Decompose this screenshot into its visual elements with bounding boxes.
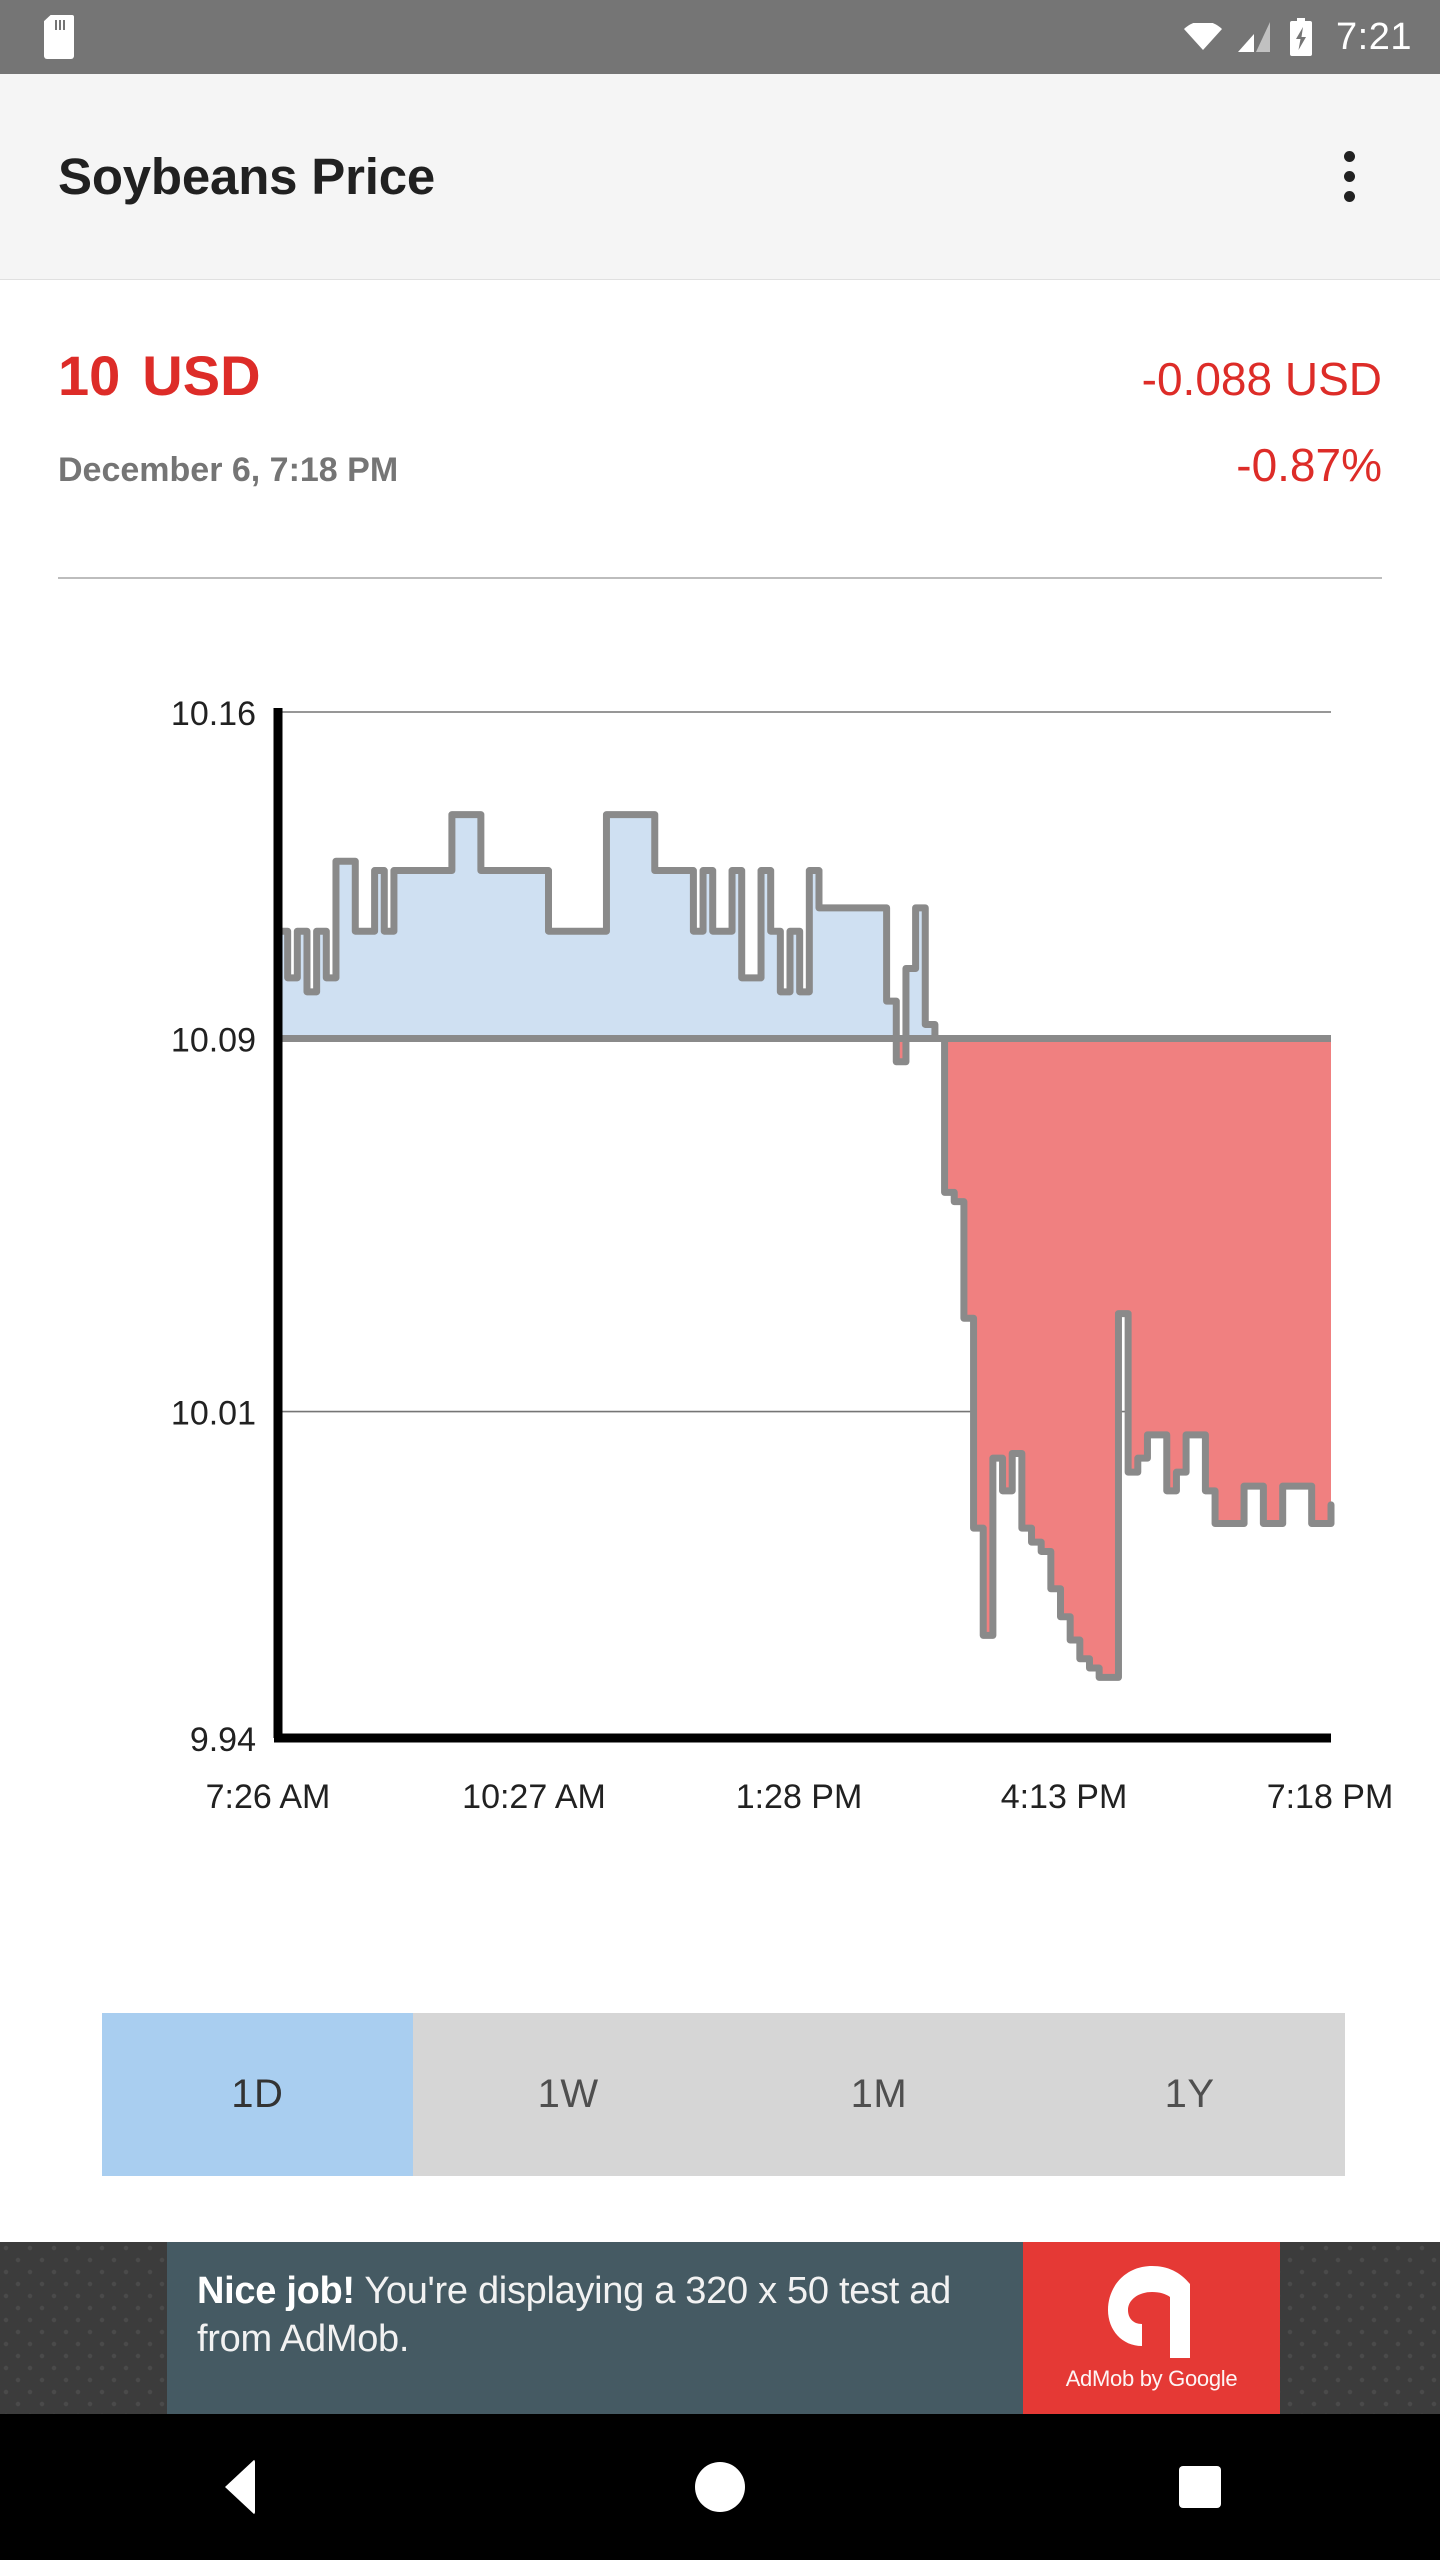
header-divider [58, 577, 1382, 579]
admob-mark-icon [1100, 2264, 1204, 2360]
svg-text:1:28 PM: 1:28 PM [736, 1778, 863, 1816]
recents-square-icon [1179, 2466, 1221, 2508]
page-title: Soybeans Price [58, 148, 436, 205]
quote-primary-row: 10 USD -0.088 USD [58, 281, 1382, 408]
quote-secondary-row: December 6, 7:18 PM -0.87% [58, 408, 1382, 492]
range-selector[interactable]: 1D 1W 1M 1Y [102, 2013, 1345, 2176]
ad-text: Nice job! You're displaying a 320 x 50 t… [167, 2242, 1023, 2414]
app-bar: Soybeans Price [0, 74, 1440, 280]
range-option-1y[interactable]: 1Y [1034, 2013, 1345, 2176]
current-price: 10 USD [58, 343, 261, 408]
home-button[interactable] [645, 2414, 795, 2560]
price-currency: USD [142, 344, 261, 407]
svg-text:10.01: 10.01 [171, 1395, 256, 1433]
svg-text:10.09: 10.09 [171, 1021, 256, 1059]
range-option-1m[interactable]: 1M [724, 2013, 1035, 2176]
svg-text:10:27 AM: 10:27 AM [462, 1778, 606, 1816]
phone-screen: 7:21 Soybeans Price 10 USD -0.088 USD Dec… [0, 0, 1440, 2560]
status-bar-left-icons [0, 15, 74, 59]
status-bar: 7:21 [0, 0, 1440, 74]
svg-text:10.16: 10.16 [171, 695, 256, 733]
android-nav-bar [0, 2414, 1440, 2560]
svg-text:9.94: 9.94 [190, 1721, 256, 1759]
cellular-signal-icon [1238, 22, 1272, 52]
battery-charging-icon [1288, 18, 1314, 56]
status-bar-clock: 7:21 [1336, 16, 1412, 58]
overflow-menu-icon[interactable] [1304, 132, 1394, 222]
back-button[interactable] [165, 2414, 315, 2560]
svg-text:7:26 AM: 7:26 AM [206, 1778, 331, 1816]
svg-text:7:18 PM: 7:18 PM [1267, 1778, 1394, 1816]
quote-timestamp: December 6, 7:18 PM [58, 451, 399, 489]
range-option-1w[interactable]: 1W [413, 2013, 724, 2176]
svg-text:4:13 PM: 4:13 PM [1001, 1778, 1128, 1816]
price-chart-svg[interactable]: 9.94 10.01 10.09 10.16 7:26 AM 10:27 AM 1:28 P… [0, 640, 1440, 1910]
admob-logo[interactable]: AdMob by Google [1023, 2242, 1280, 2414]
recents-button[interactable] [1125, 2414, 1275, 2560]
sdcard-icon [44, 15, 74, 59]
ad-banner[interactable]: Nice job! You're displaying a 320 x 50 t… [0, 2242, 1440, 2414]
quote-header: 10 USD -0.088 USD December 6, 7:18 PM -0.… [0, 281, 1440, 492]
back-triangle-icon [225, 2459, 255, 2515]
change-absolute: -0.088 USD [1141, 353, 1382, 405]
change-percent: -0.87% [1236, 439, 1382, 491]
ad-banner-content[interactable]: Nice job! You're displaying a 320 x 50 t… [167, 2242, 1280, 2414]
price-chart[interactable]: 9.94 10.01 10.09 10.16 7:26 AM 10:27 AM 1:28 P… [0, 640, 1440, 1910]
wifi-icon [1184, 23, 1223, 51]
status-bar-right-icons: 7:21 [1184, 18, 1440, 56]
ad-headline: Nice job! [197, 2270, 355, 2312]
price-value: 10 [58, 344, 121, 407]
admob-brand-label: AdMob by Google [1065, 2366, 1238, 2391]
range-option-1d[interactable]: 1D [102, 2013, 413, 2176]
home-circle-icon [695, 2462, 745, 2512]
